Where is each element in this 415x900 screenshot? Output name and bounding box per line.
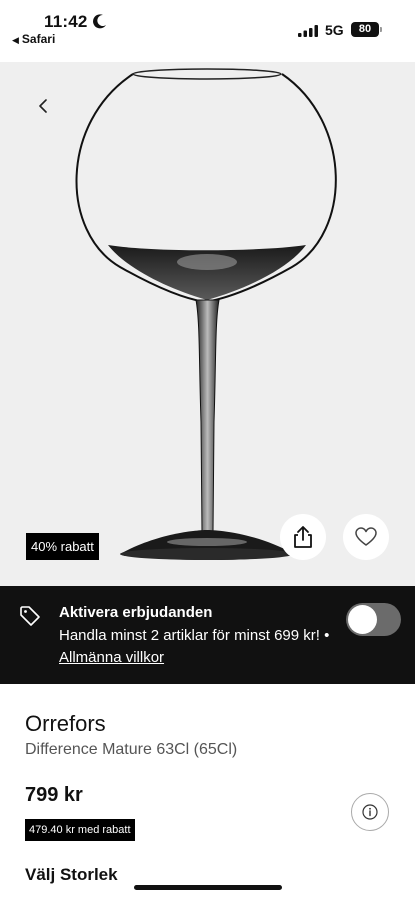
discount-badge: 40% rabatt — [26, 533, 99, 560]
size-selector-heading: Välj Storlek — [25, 865, 118, 884]
battery-level: 80 — [358, 23, 372, 35]
moon-icon — [93, 14, 106, 29]
wine-glass-image — [75, 68, 337, 560]
tag-icon — [20, 606, 40, 626]
signal-icon — [298, 25, 318, 37]
battery-icon: 80 — [351, 22, 379, 37]
product-name: Difference Mature 63Cl (65Cl) — [25, 741, 238, 758]
offer-description: Handla minst 2 artiklar för minst 699 kr… — [59, 627, 330, 644]
product-price: 799 kr — [25, 784, 83, 806]
back-triangle-icon: ◀ — [12, 35, 19, 45]
status-bar: 11:42 ◀ Safari 5G 80 — [0, 0, 415, 62]
network-type: 5G — [325, 22, 344, 38]
toggle-knob — [348, 605, 377, 634]
status-time: 11:42 — [44, 12, 88, 31]
terms-link[interactable]: Allmänna villkor — [59, 649, 164, 666]
share-button[interactable] — [280, 514, 326, 560]
back-button[interactable] — [30, 92, 58, 120]
favorite-button[interactable] — [343, 514, 389, 560]
info-button[interactable] — [351, 793, 389, 831]
heart-icon — [355, 527, 377, 546]
offer-toggle[interactable] — [346, 603, 401, 636]
offer-banner: Aktivera erbjudanden Handla minst 2 arti… — [0, 586, 415, 684]
back-app-label: Safari — [21, 32, 56, 46]
back-to-app-link[interactable]: ◀ Safari — [12, 32, 55, 46]
info-icon — [362, 804, 378, 820]
offer-title: Aktivera erbjudanden — [59, 604, 213, 621]
offer-text: Handla minst 2 artiklar för minst 699 kr… — [59, 625, 339, 669]
product-image-area: 40% rabatt — [0, 62, 415, 586]
product-brand: Orrefors — [25, 711, 106, 736]
chevron-left-icon — [39, 99, 47, 113]
battery-cap — [380, 27, 382, 32]
share-icon — [294, 526, 312, 548]
home-indicator[interactable] — [134, 885, 282, 890]
discount-price-badge: 479.40 kr med rabatt — [25, 819, 135, 841]
